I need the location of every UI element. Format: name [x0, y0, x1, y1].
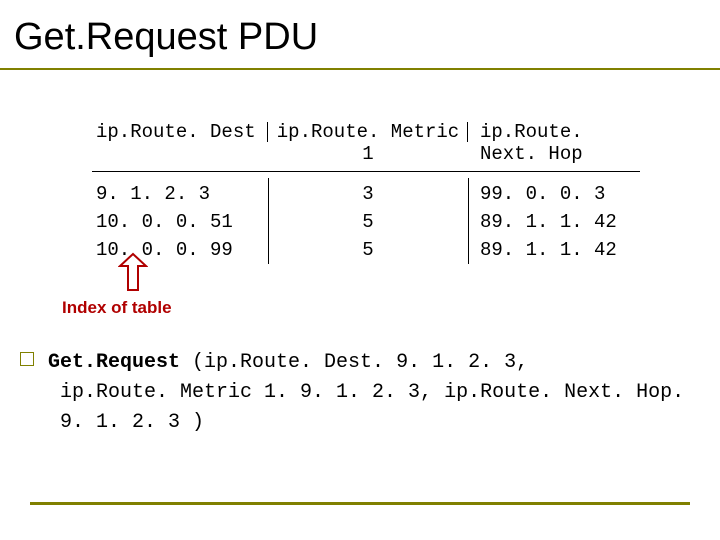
example-line-1: Get.Request (ip.Route. Dest. 9. 1. 2. 3,: [20, 348, 700, 378]
table-row: 10. 0. 0. 99 5 89. 1. 1. 42: [92, 236, 640, 264]
example-line-2: ip.Route. Metric 1. 9. 1. 2. 3, ip.Route…: [20, 378, 700, 438]
bullet-icon: [20, 352, 34, 366]
table-row: 9. 1. 2. 3 3 99. 0. 0. 3: [92, 180, 640, 208]
slide: Get.Request PDU ip.Route. Dest ip.Route.…: [0, 0, 720, 540]
cell-dest: 10. 0. 0. 51: [92, 208, 268, 236]
footer-line: [30, 502, 690, 505]
cell-dest: 9. 1. 2. 3: [92, 180, 268, 208]
page-title: Get.Request PDU: [14, 16, 318, 59]
table-row: 10. 0. 0. 51 5 89. 1. 1. 42: [92, 208, 640, 236]
col-header-dest: ip.Route. Dest: [92, 120, 268, 169]
cell-metric: 3: [268, 180, 468, 208]
table-header-underline: [92, 171, 640, 172]
cell-nexthop: 99. 0. 0. 3: [468, 180, 640, 208]
cell-metric: 5: [268, 208, 468, 236]
cell-nexthop: 89. 1. 1. 42: [468, 208, 640, 236]
getrequest-example: Get.Request (ip.Route. Dest. 9. 1. 2. 3,…: [20, 348, 700, 438]
request-keyword: Get.Request: [48, 351, 192, 374]
request-args-1: (ip.Route. Dest. 9. 1. 2. 3,: [192, 351, 528, 374]
index-of-table-caption: Index of table: [62, 298, 172, 318]
col-header-nexthop: ip.Route. Next. Hop: [468, 120, 640, 169]
arrow-up-icon: [118, 252, 148, 297]
cell-nexthop: 89. 1. 1. 42: [468, 236, 640, 264]
table-body: 9. 1. 2. 3 3 99. 0. 0. 3 10. 0. 0. 51 5 …: [92, 180, 640, 264]
col-header-metric: ip.Route. Metric 1: [268, 120, 468, 169]
table-header-row: ip.Route. Dest ip.Route. Metric 1 ip.Rou…: [92, 120, 640, 169]
routing-table: ip.Route. Dest ip.Route. Metric 1 ip.Rou…: [92, 120, 640, 264]
cell-metric: 5: [268, 236, 468, 264]
title-underline: [0, 68, 720, 70]
